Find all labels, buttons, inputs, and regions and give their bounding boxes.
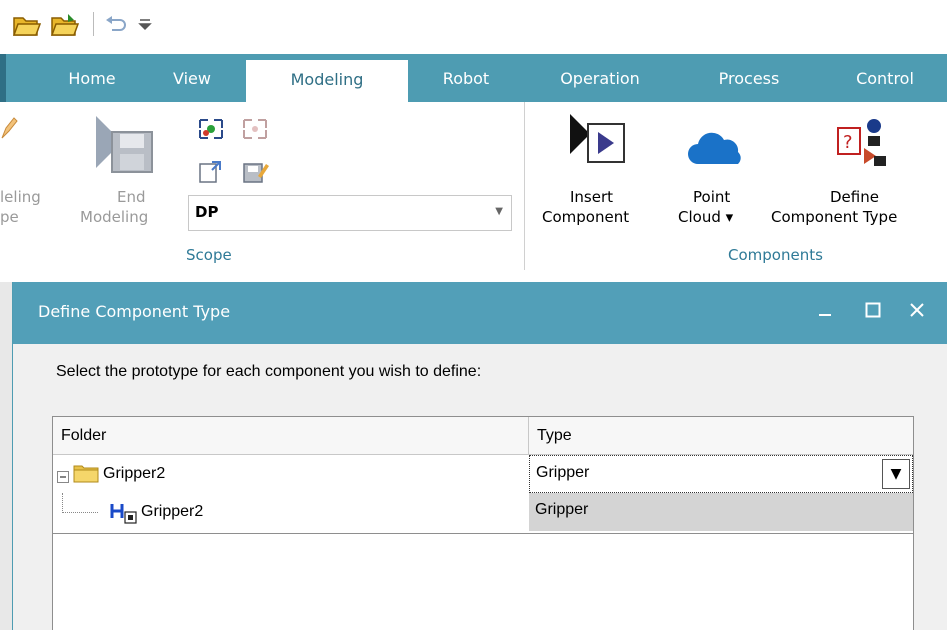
modeling-scope-label-line1[interactable]: leling (0, 188, 41, 206)
maximize-icon[interactable] (855, 296, 891, 330)
scope-group-label: Scope (186, 246, 232, 264)
cloud-icon (686, 130, 746, 170)
dialog-prompt-text: Select the prototype for each component … (56, 363, 482, 380)
end-modeling-label-line2: Modeling (80, 208, 149, 226)
components-group-label: Components (728, 246, 823, 264)
ribbon-panel: leling pe End Modeling DP ▼ Scope Insert… (0, 102, 947, 276)
folder-icon (73, 463, 99, 487)
dialog-title: Define Component Type (38, 302, 231, 321)
column-header-folder[interactable]: Folder (53, 417, 529, 455)
insert-component-label-line2: Component (542, 208, 630, 226)
table-row[interactable]: Gripper2 Gripper ▼ (53, 455, 913, 493)
end-modeling-label-line1: End (117, 188, 146, 206)
column-header-type[interactable]: Type (529, 417, 913, 455)
set-scope-icon[interactable] (196, 116, 226, 146)
tab-control[interactable]: Control (830, 64, 940, 102)
chevron-down-icon[interactable]: ▼ (495, 206, 503, 217)
tab-process[interactable]: Process (690, 64, 808, 102)
ribbon-group-separator (524, 102, 525, 270)
type-cell-value: Gripper (535, 501, 589, 518)
clear-scope-icon[interactable] (240, 116, 270, 146)
open-folder-icon[interactable] (50, 12, 82, 42)
tree-line (62, 493, 64, 513)
customize-dropdown-icon[interactable] (138, 14, 152, 38)
tab-view[interactable]: View (150, 64, 234, 102)
pencil-icon (0, 116, 18, 144)
scope-combo-value: DP (195, 203, 219, 221)
gripper-component-icon (109, 502, 139, 528)
component-name: Gripper2 (141, 503, 204, 520)
chevron-down-icon[interactable]: ▼ (882, 459, 910, 489)
insert-component-label-line1: Insert (570, 188, 614, 206)
save-edit-icon[interactable] (240, 158, 270, 188)
define-component-type-icon: ? (834, 118, 890, 174)
minimize-icon[interactable] (807, 296, 843, 330)
tree-line (62, 512, 98, 514)
open-document-icon[interactable] (196, 158, 226, 188)
quick-access-toolbar (0, 0, 947, 54)
tab-robot[interactable]: Robot (418, 64, 514, 102)
dialog-title-bar[interactable]: Define Component Type (13, 282, 947, 344)
point-cloud-label-line2: Cloud ▾ (678, 208, 734, 226)
folder-name: Gripper2 (103, 465, 166, 482)
svg-text:?: ? (843, 132, 853, 153)
define-component-type-label-line2: Component Type (771, 208, 898, 226)
define-component-type-label-line1: Define (830, 188, 879, 206)
open-folder-icon[interactable] (12, 12, 42, 42)
collapse-icon[interactable] (57, 468, 69, 487)
type-combo-value: Gripper (536, 464, 590, 481)
ribbon-tab-bar: Home View Modeling Robot Operation Proce… (0, 54, 947, 102)
table-row[interactable]: Gripper2 Gripper (53, 493, 913, 534)
close-icon[interactable] (899, 296, 935, 330)
undo-icon[interactable] (104, 14, 128, 38)
type-cell-readonly[interactable]: Gripper (529, 493, 913, 531)
type-combo-box[interactable]: Gripper ▼ (529, 455, 913, 493)
scope-combo-box[interactable]: DP ▼ (188, 195, 512, 231)
tab-operation[interactable]: Operation (535, 64, 665, 102)
component-type-grid: Folder Type Gripper2 Gripper ▼ Gripper2 … (52, 416, 914, 630)
background-panel-edge (0, 282, 12, 630)
toolbar-separator (93, 12, 94, 36)
end-modeling-icon (94, 112, 158, 180)
point-cloud-label-line1: Point (693, 188, 731, 206)
tab-bar-edge (0, 54, 6, 102)
insert-component-icon (568, 112, 628, 172)
tab-modeling[interactable]: Modeling (246, 60, 408, 102)
modeling-scope-label-line2[interactable]: pe (0, 208, 19, 226)
tab-home[interactable]: Home (44, 64, 140, 102)
